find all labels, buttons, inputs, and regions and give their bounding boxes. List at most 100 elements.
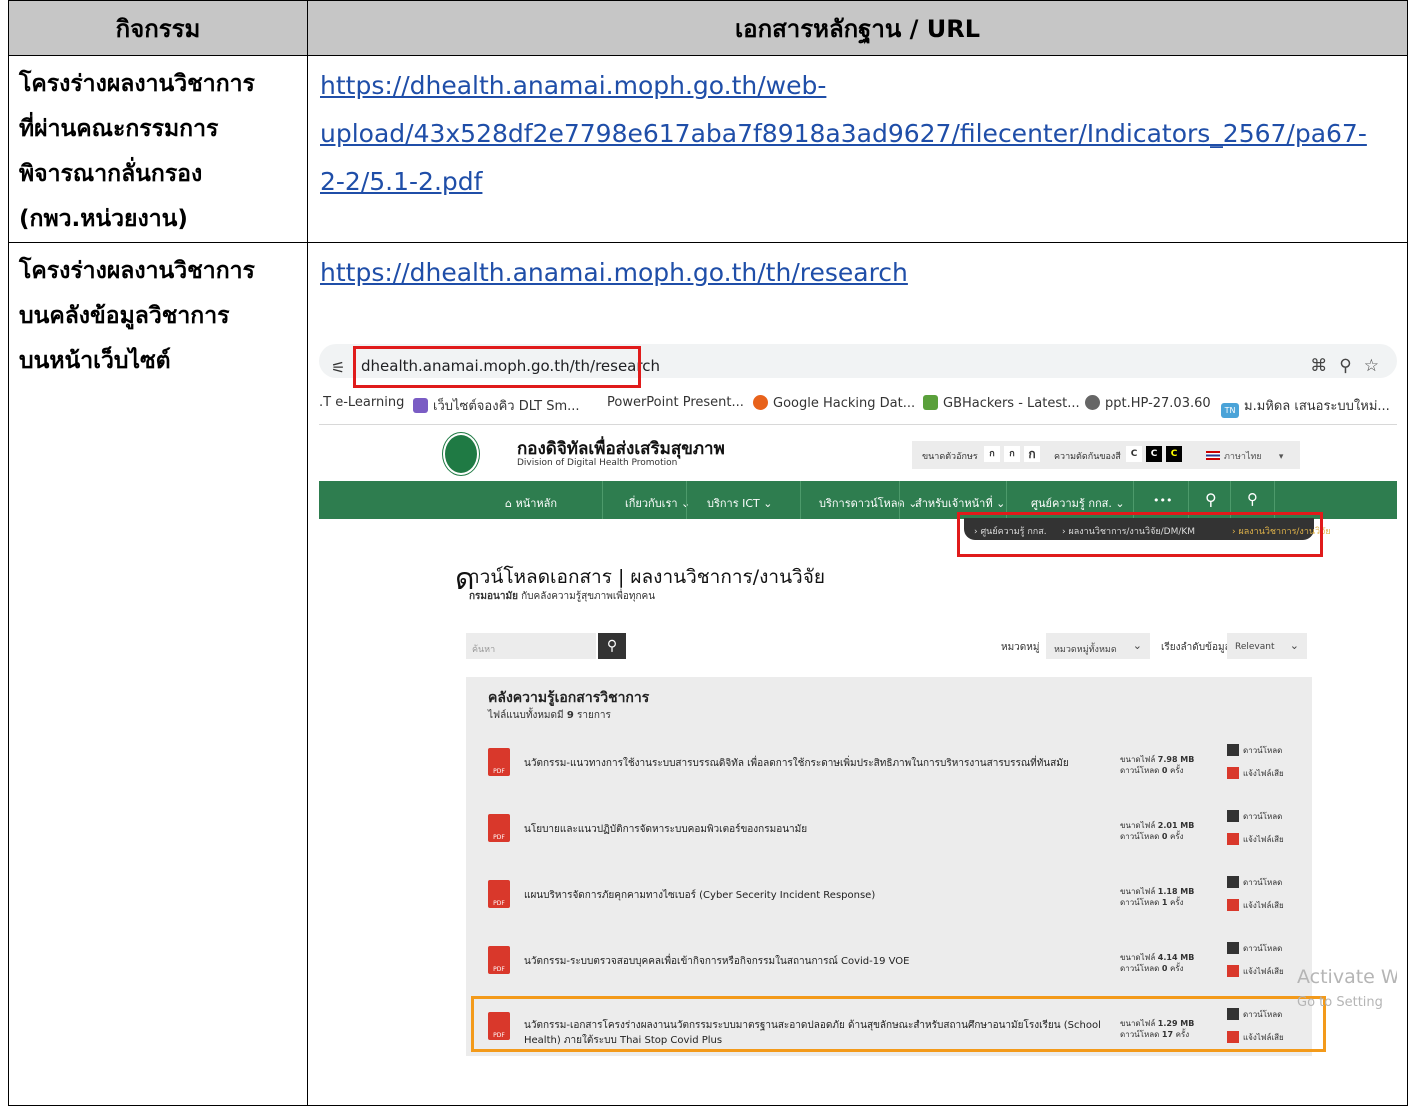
evidence-link-1[interactable]: https://dhealth.anamai.moph.go.th/web- u… — [307, 55, 1408, 243]
globe-icon — [1085, 395, 1100, 410]
bookmark-icon — [753, 395, 768, 410]
category-select[interactable]: หมวดหมู่ทั้งหมด ⌄ — [1046, 633, 1150, 659]
anamai-logo — [443, 433, 479, 475]
font-size-small[interactable]: ก — [984, 446, 1000, 462]
warning-icon — [1227, 965, 1239, 977]
site-subname: Division of Digital Health Promotion — [517, 458, 678, 468]
download-icon — [1227, 810, 1239, 822]
header-evidence: เอกสารหลักฐาน / URL — [307, 0, 1408, 56]
nav-staff[interactable]: สำหรับเจ้าหน้าที่ ⌄ — [915, 494, 1005, 512]
report-button[interactable]: แจ้งไฟล์เสีย — [1227, 899, 1284, 912]
contrast-label: ความตัดกันของสี — [1054, 452, 1121, 462]
bookmark-item[interactable]: Google Hacking Dat... — [753, 395, 915, 411]
header-activity: กิจกรรม — [8, 0, 308, 56]
nav-knowledge[interactable]: ศูนย์ความรู้ กกส. ⌄ — [1031, 494, 1125, 512]
zoom-icon[interactable]: ⚲ — [1339, 356, 1363, 376]
download-button[interactable]: ดาวน์โหลด — [1227, 942, 1282, 955]
language-select[interactable]: ภาษาไทย ▾ — [1206, 449, 1283, 463]
thai-flag-icon — [1206, 451, 1220, 460]
nav-ict[interactable]: บริการ ICT ⌄ — [707, 494, 773, 512]
page-subtitle: กรมอนามัย กับคลังความรู้สุขภาพเพื่อทุกคน — [469, 591, 656, 602]
search-button[interactable]: ⚲ — [598, 633, 626, 659]
download-icon — [1227, 876, 1239, 888]
nav-about[interactable]: เกี่ยวกับเรา ⌄ — [625, 494, 690, 512]
download-icon — [1227, 744, 1239, 756]
file-meta: ขนาดไฟล์ 4.14 MB ดาวน์โหลด 0 ครั้ง — [1120, 953, 1195, 973]
download-icon — [1227, 942, 1239, 954]
file-name[interactable]: นวัตกรรม-ระบบตรวจสอบบุคคลเพื่อเข้ากิจการ… — [524, 954, 909, 969]
bookmark-item[interactable]: ppt.HP-27.03.60 — [1085, 395, 1211, 411]
page-title: ดาวน์โหลดเอกสาร | ผลงานวิชาการ/งานวิจัย — [455, 562, 825, 597]
bookmark-item[interactable]: GBHackers - Latest... — [923, 395, 1080, 411]
contrast-yellow[interactable]: C — [1166, 446, 1182, 462]
font-size-medium[interactable]: ก — [1004, 446, 1020, 462]
bookmark-item[interactable]: .T e-Learning — [319, 395, 404, 410]
file-row: PDF นโยบายและแนวปฏิบัติการจัดหาระบบคอมพิ… — [466, 800, 1312, 860]
bookmark-icon — [413, 398, 428, 413]
bookmark-item[interactable]: TN ม.มหิดล เสนอระบบใหม่... — [1221, 395, 1390, 418]
file-name[interactable]: แผนบริหารจัดการภัยคุกคามทางไซเบอร์ (Cybe… — [524, 888, 875, 903]
font-size-large[interactable]: ก — [1024, 446, 1040, 462]
nav-download[interactable]: บริการดาวน์โหลด ⌄ — [819, 494, 917, 512]
activate-windows-watermark: Activate W — [1297, 966, 1397, 988]
activate-windows-watermark-sub: Go to Setting — [1297, 995, 1383, 1010]
bookmark-item[interactable]: PowerPoint Present... — [607, 395, 744, 410]
activity-line: บนหน้าเว็บไซต์ — [19, 348, 171, 374]
activity-line: พิจารณากลั่นกรอง — [19, 161, 203, 187]
browser-screenshot: ⚟ dhealth.anamai.moph.go.th/th/research … — [319, 338, 1397, 1056]
file-row: PDF แผนบริหารจัดการภัยคุกคามทางไซเบอร์ (… — [466, 866, 1312, 926]
panel-count: ไฟล์แนบทั้งหมดมี 9 รายการ — [488, 710, 611, 721]
site-settings-icon[interactable]: ⚟ — [331, 358, 345, 377]
file-meta: ขนาดไฟล์ 7.98 MB ดาวน์โหลด 0 ครั้ง — [1120, 755, 1195, 775]
bookmark-item[interactable]: เว็บไซต์จองคิว DLT Sm... — [413, 395, 580, 416]
link-line[interactable]: 2-2/5.1-2.pdf — [320, 158, 1395, 206]
contrast-normal[interactable]: C — [1126, 446, 1142, 462]
contrast-dark[interactable]: C — [1146, 446, 1162, 462]
tn-icon: TN — [1221, 403, 1239, 418]
file-name[interactable]: นวัตกรรม-แนวทางการใช้งานระบบสารบรรณดิจิท… — [524, 756, 1069, 771]
nav-more[interactable]: ••• — [1153, 494, 1172, 507]
sort-label: เรียงลำดับข้อมูล — [1161, 642, 1231, 653]
sitemap-icon[interactable]: ⚲ — [1247, 490, 1258, 508]
bookmarks-bar: .T e-Learning เว็บไซต์จองคิว DLT Sm... P… — [319, 390, 1397, 420]
download-button[interactable]: ดาวน์โหลด — [1227, 810, 1282, 823]
font-size-label: ขนาดตัวอักษร — [922, 452, 978, 462]
file-meta: ขนาดไฟล์ 2.01 MB ดาวน์โหลด 0 ครั้ง — [1120, 821, 1195, 841]
file-name[interactable]: นโยบายและแนวปฏิบัติการจัดหาระบบคอมพิวเตอ… — [524, 822, 807, 837]
report-button[interactable]: แจ้งไฟล์เสีย — [1227, 767, 1284, 780]
activity-cell-1: โครงร่างผลงานวิชาการ ที่ผ่านคณะกรรมการ พ… — [8, 55, 308, 243]
pdf-icon: PDF — [488, 814, 510, 842]
panel-title: คลังความรู้เอกสารวิชาการ — [488, 690, 650, 706]
pdf-icon: PDF — [488, 748, 510, 776]
file-row: PDF นวัตกรรม-แนวทางการใช้งานระบบสารบรรณด… — [466, 734, 1312, 794]
url-highlight-box — [353, 346, 641, 388]
link-line[interactable]: https://dhealth.anamai.moph.go.th/th/res… — [320, 249, 1395, 297]
download-button[interactable]: ดาวน์โหลด — [1227, 876, 1282, 889]
activity-line: (กพว.หน่วยงาน) — [19, 206, 188, 232]
breadcrumb-highlight-box — [957, 512, 1323, 557]
link-line[interactable]: https://dhealth.anamai.moph.go.th/web- — [320, 62, 1395, 110]
activity-line: บนคลังข้อมูลวิชาการ — [19, 303, 230, 329]
sort-select[interactable]: Relevant ⌄ — [1227, 633, 1307, 659]
file-meta: ขนาดไฟล์ 1.18 MB ดาวน์โหลด 1 ครั้ง — [1120, 887, 1195, 907]
link-line[interactable]: upload/43x528df2e7798e617aba7f8918a3ad96… — [320, 110, 1395, 158]
file-highlight-box — [471, 996, 1326, 1052]
star-icon[interactable]: ☆ — [1364, 356, 1391, 376]
search-input[interactable]: ค้นหา — [466, 633, 596, 659]
activity-cell-2: โครงร่างผลงานวิชาการ บนคลังข้อมูลวิชาการ… — [8, 242, 308, 1106]
activity-line: โครงร่างผลงานวิชาการ — [19, 258, 255, 284]
pdf-icon: PDF — [488, 946, 510, 974]
warning-icon — [1227, 767, 1239, 779]
warning-icon — [1227, 899, 1239, 911]
warning-icon — [1227, 833, 1239, 845]
report-button[interactable]: แจ้งไฟล์เสีย — [1227, 833, 1284, 846]
activity-line: โครงร่างผลงานวิชาการ — [19, 71, 255, 97]
translate-icon[interactable]: ⌘ — [1310, 356, 1339, 376]
nav-home[interactable]: ⌂ หน้าหลัก — [505, 494, 557, 512]
download-button[interactable]: ดาวน์โหลด — [1227, 744, 1282, 757]
accessibility-toolbar: ขนาดตัวอักษร ก ก ก ความตัดกันของสี C C C… — [912, 441, 1300, 469]
address-bar-icons[interactable]: ⌘⚲☆ — [1310, 356, 1391, 376]
address-bar: ⚟ dhealth.anamai.moph.go.th/th/research … — [319, 338, 1397, 388]
report-button[interactable]: แจ้งไฟล์เสีย — [1227, 965, 1284, 978]
search-icon[interactable]: ⚲ — [1205, 490, 1217, 509]
